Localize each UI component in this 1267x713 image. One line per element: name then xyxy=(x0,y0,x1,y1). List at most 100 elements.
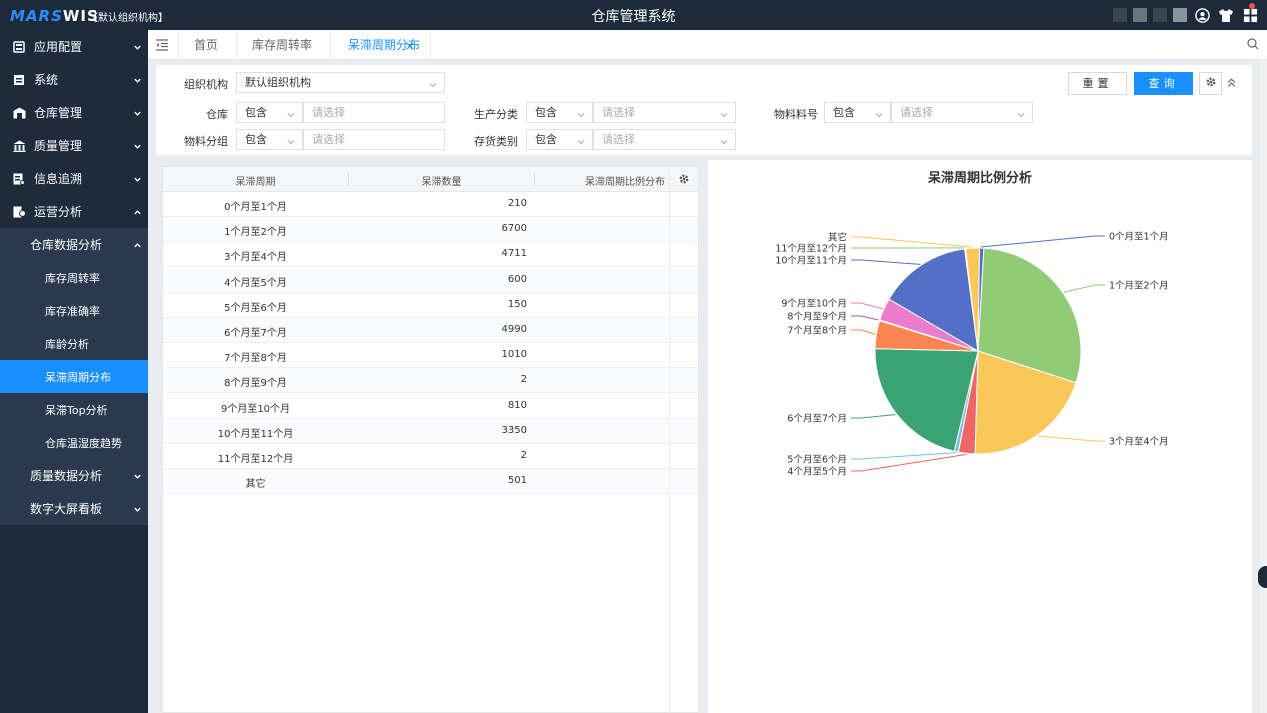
theme-shirt-icon[interactable] xyxy=(1217,6,1235,24)
gear-icon xyxy=(1205,76,1217,91)
search-icon[interactable] xyxy=(1247,38,1259,53)
table-row[interactable]: 8个月至9个月 2 xyxy=(163,368,698,394)
org-select[interactable]: 默认组织机构 xyxy=(236,72,445,93)
cell-period: 5个月至6个月 xyxy=(224,302,287,314)
warehouse-select[interactable]: 请选择 xyxy=(303,102,445,123)
app-title: 仓库管理系统 xyxy=(591,9,676,25)
top-right-tools xyxy=(1113,3,1259,25)
stock-select[interactable]: 请选择 xyxy=(593,129,736,150)
sidebar-item-stagnant-top[interactable]: 呆滞Top分析 xyxy=(0,393,148,426)
cell-period: 11个月至12个月 xyxy=(217,454,294,465)
sidebar-item-warehouse[interactable]: 仓库管理 xyxy=(0,96,148,129)
settings-button[interactable] xyxy=(1199,72,1222,95)
sidebar-item-label: 运营分析 xyxy=(34,205,83,219)
category-operator-select[interactable]: 包含 xyxy=(526,102,593,123)
stock-operator-select[interactable]: 包含 xyxy=(526,129,593,150)
column-header-period[interactable]: 呆滞周期 xyxy=(163,173,348,188)
pie-label: 0个月至1个月 xyxy=(1109,232,1169,243)
collapse-icon[interactable] xyxy=(1226,77,1237,91)
sidebar-item-app-config[interactable]: 应用配置 xyxy=(0,30,148,63)
table-row[interactable]: 0个月至1个月 210 xyxy=(163,192,698,217)
chevron-down-icon xyxy=(286,107,296,126)
user-icon[interactable] xyxy=(1193,6,1211,24)
sidebar-item-trace[interactable]: 信息追溯 xyxy=(0,162,148,195)
table-row[interactable]: 1个月至2个月 6700 xyxy=(163,217,698,243)
close-icon[interactable] xyxy=(406,31,414,61)
table-row[interactable]: 10个月至11个月 3350 xyxy=(163,418,698,444)
tab-inventory-turnover[interactable]: 库存周转率 xyxy=(236,30,328,60)
table-row[interactable]: 9个月至10个月 810 xyxy=(163,394,698,419)
pie-label-line xyxy=(980,235,1105,248)
sidebar-item-temp-humidity[interactable]: 仓库温湿度趋势 xyxy=(0,426,148,459)
table-row[interactable]: 11个月至12个月 2 xyxy=(163,444,698,469)
chevron-down-icon xyxy=(286,134,296,153)
query-button[interactable]: 查询 xyxy=(1134,72,1193,95)
material-select[interactable]: 请选择 xyxy=(891,102,1033,123)
chevron-down-icon xyxy=(133,503,142,517)
pie-label: 9个月至10个月 xyxy=(781,299,847,310)
sidebar-item-label: 数字大屏看板 xyxy=(30,502,103,516)
table-row[interactable]: 4个月至5个月 600 xyxy=(163,267,698,293)
app-config-icon xyxy=(12,40,26,54)
page-scrollbar[interactable] xyxy=(1260,60,1267,713)
sidebar-item-inventory-accuracy[interactable]: 库存准确率 xyxy=(0,294,148,327)
table-settings-icon[interactable] xyxy=(678,173,690,188)
table-row[interactable]: 5个月至6个月 150 xyxy=(163,293,698,318)
category-select[interactable]: 请选择 xyxy=(593,102,736,123)
column-header-qty[interactable]: 呆滞数量 xyxy=(349,173,534,188)
cell-period: 6个月至7个月 xyxy=(224,328,287,339)
chevron-down-icon xyxy=(576,107,586,126)
pie-label: 4个月至5个月 xyxy=(787,467,847,478)
warehouse-operator-select[interactable]: 包含 xyxy=(236,102,303,123)
pie-label: 3个月至4个月 xyxy=(1109,437,1169,448)
cell-qty: 501 xyxy=(507,475,527,487)
sidebar-item-stagnant-period[interactable]: 呆滞周期分布 xyxy=(0,360,148,393)
org-label: 组织机构 xyxy=(184,78,228,91)
chevron-down-icon xyxy=(719,107,729,126)
pie-label-line xyxy=(851,236,973,248)
group-select[interactable]: 请选择 xyxy=(303,129,445,150)
sidebar-item-stock-age[interactable]: 库龄分析 xyxy=(0,327,148,360)
sidebar-item-label: 应用配置 xyxy=(34,40,83,54)
tab-stagnant-period[interactable]: 呆滞周期分布 xyxy=(332,30,422,60)
group-operator-select[interactable]: 包含 xyxy=(236,129,303,150)
cell-period: 10个月至11个月 xyxy=(217,428,294,440)
table-row[interactable]: 6个月至7个月 4990 xyxy=(163,318,698,343)
sidebar-item-label: 仓库数据分析 xyxy=(30,238,103,252)
user-info-blurred xyxy=(1153,8,1167,22)
cell-qty: 4711 xyxy=(501,248,527,260)
top-bar: MARSWIS 【默认组织机构】 仓库管理系统 xyxy=(0,0,1267,30)
cell-qty: 1010 xyxy=(501,349,527,361)
sidebar-item-operation-analysis[interactable]: 运营分析 xyxy=(0,195,148,228)
cell-qty: 810 xyxy=(507,399,527,411)
sidebar-item-quality[interactable]: 质量管理 xyxy=(0,129,148,162)
sidebar-item-warehouse-data-analysis[interactable]: 仓库数据分析 xyxy=(0,228,148,261)
org-tag[interactable]: 【默认组织机构】 xyxy=(88,9,168,24)
menu-collapse-icon[interactable] xyxy=(155,38,169,55)
chevron-down-icon xyxy=(874,107,884,126)
user-info-blurred xyxy=(1113,8,1127,22)
notification-dot xyxy=(1249,3,1255,9)
chevron-down-icon xyxy=(133,140,142,154)
logo: MARSWIS xyxy=(10,7,99,25)
table-row[interactable]: 其它 501 xyxy=(163,469,698,495)
chevron-down-icon xyxy=(719,134,729,153)
pie-label-line xyxy=(851,259,921,265)
pie-label-line xyxy=(1063,284,1105,293)
sidebar-item-inventory-turnover[interactable]: 库存周转率 xyxy=(0,261,148,294)
sidebar-item-system[interactable]: 系统 xyxy=(0,63,148,96)
pie-label-line xyxy=(851,329,876,335)
sidebar-item-label: 系统 xyxy=(34,73,59,87)
material-operator-select[interactable]: 包含 xyxy=(824,102,891,123)
table-row[interactable]: 3个月至4个月 4711 xyxy=(163,242,698,268)
sidebar-item-digital-dashboard[interactable]: 数字大屏看板 xyxy=(0,492,148,525)
apps-grid-icon[interactable] xyxy=(1241,3,1259,24)
tab-home[interactable]: 首页 xyxy=(178,30,234,60)
stock-label: 存货类别 xyxy=(474,135,518,148)
pie-chart: 0个月至1个月 1个月至2个月 3个月至4个月 4个月至5个月5个月至6个月 6个月至7… xyxy=(775,232,1169,478)
column-header-ratio[interactable]: 呆滞周期比例分布 xyxy=(535,173,665,188)
sidebar-item-quality-data-analysis[interactable]: 质量数据分析 xyxy=(0,459,148,492)
table-row[interactable]: 7个月至8个月 1010 xyxy=(163,343,698,369)
reset-button[interactable]: 重置 xyxy=(1068,72,1127,95)
floating-help-badge[interactable] xyxy=(1258,566,1267,588)
